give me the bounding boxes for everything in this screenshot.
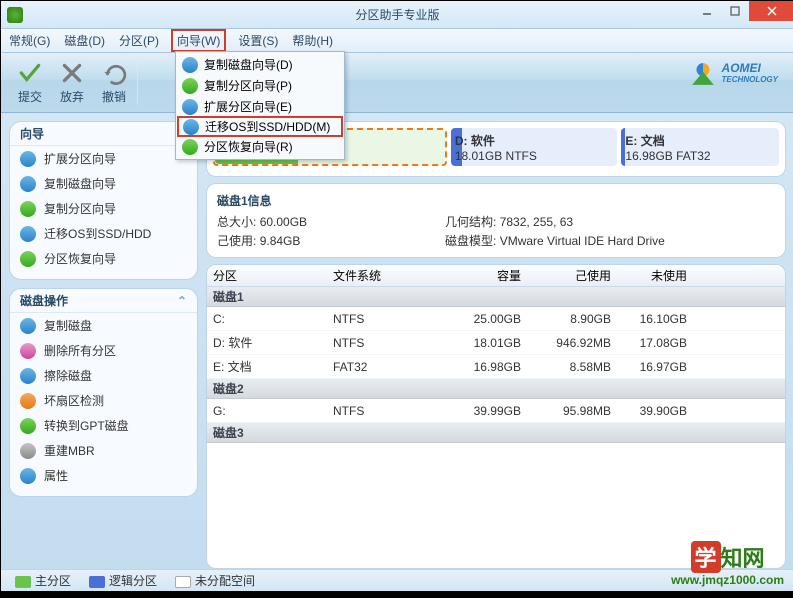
sidebar-properties[interactable]: 属性 [10, 463, 197, 488]
maximize-button[interactable] [721, 1, 749, 21]
sidebar: 向导⌃ 扩展分区向导 复制磁盘向导 复制分区向导 迁移OS到SSD/HDD 分区… [1, 113, 206, 569]
x-icon [59, 60, 85, 86]
main-content: C: 25.00GB NTFS D: 软件 18.01GB NTFS E: 文档… [206, 113, 793, 569]
sidebar-delete-all[interactable]: 删除所有分区 [10, 338, 197, 363]
undo-icon [101, 60, 127, 86]
disk2-group[interactable]: 磁盘2 [207, 379, 785, 399]
recover-icon [20, 251, 36, 267]
swatch-primary-icon [15, 576, 31, 588]
logo-icon [690, 61, 716, 87]
table-header: 分区 文件系统 容量 己使用 未使用 [207, 265, 785, 287]
recover-icon [182, 139, 198, 155]
legend-unalloc: 未分配空间 [175, 572, 255, 589]
discard-button[interactable]: 放弃 [51, 56, 93, 109]
extend-icon [20, 151, 36, 167]
sidebar-to-gpt[interactable]: 转换到GPT磁盘 [10, 413, 197, 438]
legend-logical: 逻辑分区 [89, 572, 157, 589]
table-row[interactable]: C:NTFS25.00GB8.90GB16.10GB [207, 307, 785, 331]
toolbar-separator [137, 61, 138, 105]
sidebar-copy-disk[interactable]: 复制磁盘向导 [10, 171, 197, 196]
wipe-icon [20, 368, 36, 384]
col-filesystem[interactable]: 文件系统 [327, 267, 437, 284]
col-size[interactable]: 容量 [437, 267, 529, 284]
toolbar: 提交 放弃 撤销 AOMEITECHNOLOGY [1, 53, 793, 113]
body: 向导⌃ 扩展分区向导 复制磁盘向导 复制分区向导 迁移OS到SSD/HDD 分区… [1, 113, 793, 569]
migrate-icon [20, 226, 36, 242]
segment-d[interactable]: D: 软件 18.01GB NTFS [451, 128, 618, 166]
dd-recover-partition[interactable]: 分区恢复向导(R) [178, 136, 342, 157]
disk3-group[interactable]: 磁盘3 [207, 423, 785, 443]
window-controls [693, 1, 793, 21]
watermark: 学知网 www.jmqz1000.com [671, 541, 784, 587]
disk-copy-icon [20, 318, 36, 334]
swatch-logical-icon [89, 576, 105, 588]
sidebar-copy-disk2[interactable]: 复制磁盘 [10, 313, 197, 338]
menu-help[interactable]: 帮助(H) [292, 32, 333, 49]
dd-migrate-os[interactable]: 迁移OS到SSD/HDD(M) [177, 116, 343, 137]
table-row[interactable]: E: 文档FAT3216.98GB8.58MB16.97GB [207, 355, 785, 379]
minimize-button[interactable] [693, 1, 721, 21]
dd-copy-partition[interactable]: 复制分区向导(P) [178, 75, 342, 96]
brand-logo: AOMEITECHNOLOGY [690, 61, 778, 87]
swatch-unalloc-icon [175, 576, 191, 588]
window-title: 分区助手专业版 [355, 6, 439, 23]
disk-ops-header[interactable]: 磁盘操作⌃ [10, 289, 197, 313]
col-used[interactable]: 己使用 [529, 267, 619, 284]
sidebar-rebuild-mbr[interactable]: 重建MBR [10, 438, 197, 463]
partition-table: 分区 文件系统 容量 己使用 未使用 磁盘1 C:NTFS25.00GB8.90… [206, 264, 786, 569]
delete-icon [20, 343, 36, 359]
wizard-panel-header[interactable]: 向导⌃ [10, 122, 197, 146]
chevron-up-icon: ⌃ [177, 294, 187, 308]
disk-info-box: 磁盘1信息 总大小: 60.00GB 几何结构: 7832, 255, 63 己… [206, 183, 786, 258]
dd-copy-disk[interactable]: 复制磁盘向导(D) [178, 54, 342, 75]
legend-primary: 主分区 [15, 572, 71, 589]
commit-button[interactable]: 提交 [9, 56, 51, 109]
menu-partition[interactable]: 分区(P) [119, 32, 159, 49]
partition-copy-icon [20, 201, 36, 217]
menu-settings[interactable]: 设置(S) [238, 32, 278, 49]
sidebar-wipe-disk[interactable]: 擦除磁盘 [10, 363, 197, 388]
sidebar-bad-sector[interactable]: 坏扇区检测 [10, 388, 197, 413]
disk-copy-icon [20, 176, 36, 192]
table-row[interactable]: D: 软件NTFS18.01GB946.92MB17.08GB [207, 331, 785, 355]
sidebar-copy-partition[interactable]: 复制分区向导 [10, 196, 197, 221]
convert-icon [20, 418, 36, 434]
title-bar: 分区助手专业版 [1, 1, 793, 29]
properties-icon [20, 468, 36, 484]
undo-button[interactable]: 撤销 [93, 56, 135, 109]
close-button[interactable] [749, 1, 793, 21]
sidebar-recover-partition[interactable]: 分区恢复向导 [10, 246, 197, 271]
table-body[interactable]: 磁盘1 C:NTFS25.00GB8.90GB16.10GB D: 软件NTFS… [207, 287, 785, 568]
disk-ops-panel: 磁盘操作⌃ 复制磁盘 删除所有分区 擦除磁盘 坏扇区检测 转换到GPT磁盘 重建… [9, 288, 198, 497]
wizard-panel: 向导⌃ 扩展分区向导 复制磁盘向导 复制分区向导 迁移OS到SSD/HDD 分区… [9, 121, 198, 280]
mbr-icon [20, 443, 36, 459]
app-window: 分区助手专业版 常规(G) 磁盘(D) 分区(P) 向导(W) 设置(S) 帮助… [1, 1, 793, 591]
menu-bar: 常规(G) 磁盘(D) 分区(P) 向导(W) 设置(S) 帮助(H) 复制磁盘… [1, 29, 793, 53]
disk1-group[interactable]: 磁盘1 [207, 287, 785, 307]
disk-copy-icon [182, 57, 198, 73]
col-free[interactable]: 未使用 [619, 267, 695, 284]
menu-disk[interactable]: 磁盘(D) [64, 32, 105, 49]
migrate-icon [183, 119, 199, 135]
dd-extend-partition[interactable]: 扩展分区向导(E) [178, 96, 342, 117]
menu-general[interactable]: 常规(G) [9, 32, 50, 49]
table-row[interactable]: G:NTFS39.99GB95.98MB39.90GB [207, 399, 785, 423]
sidebar-migrate-os[interactable]: 迁移OS到SSD/HDD [10, 221, 197, 246]
sidebar-extend-partition[interactable]: 扩展分区向导 [10, 146, 197, 171]
col-partition[interactable]: 分区 [207, 267, 327, 284]
info-title: 磁盘1信息 [217, 192, 775, 209]
segment-e[interactable]: E: 文档 16.98GB FAT32 [621, 128, 779, 166]
check-icon [17, 60, 43, 86]
partition-copy-icon [182, 78, 198, 94]
wizard-dropdown: 复制磁盘向导(D) 复制分区向导(P) 扩展分区向导(E) 迁移OS到SSD/H… [175, 51, 345, 160]
menu-wizard[interactable]: 向导(W) [171, 29, 226, 52]
app-icon [7, 7, 23, 23]
extend-icon [182, 99, 198, 115]
check-icon [20, 393, 36, 409]
